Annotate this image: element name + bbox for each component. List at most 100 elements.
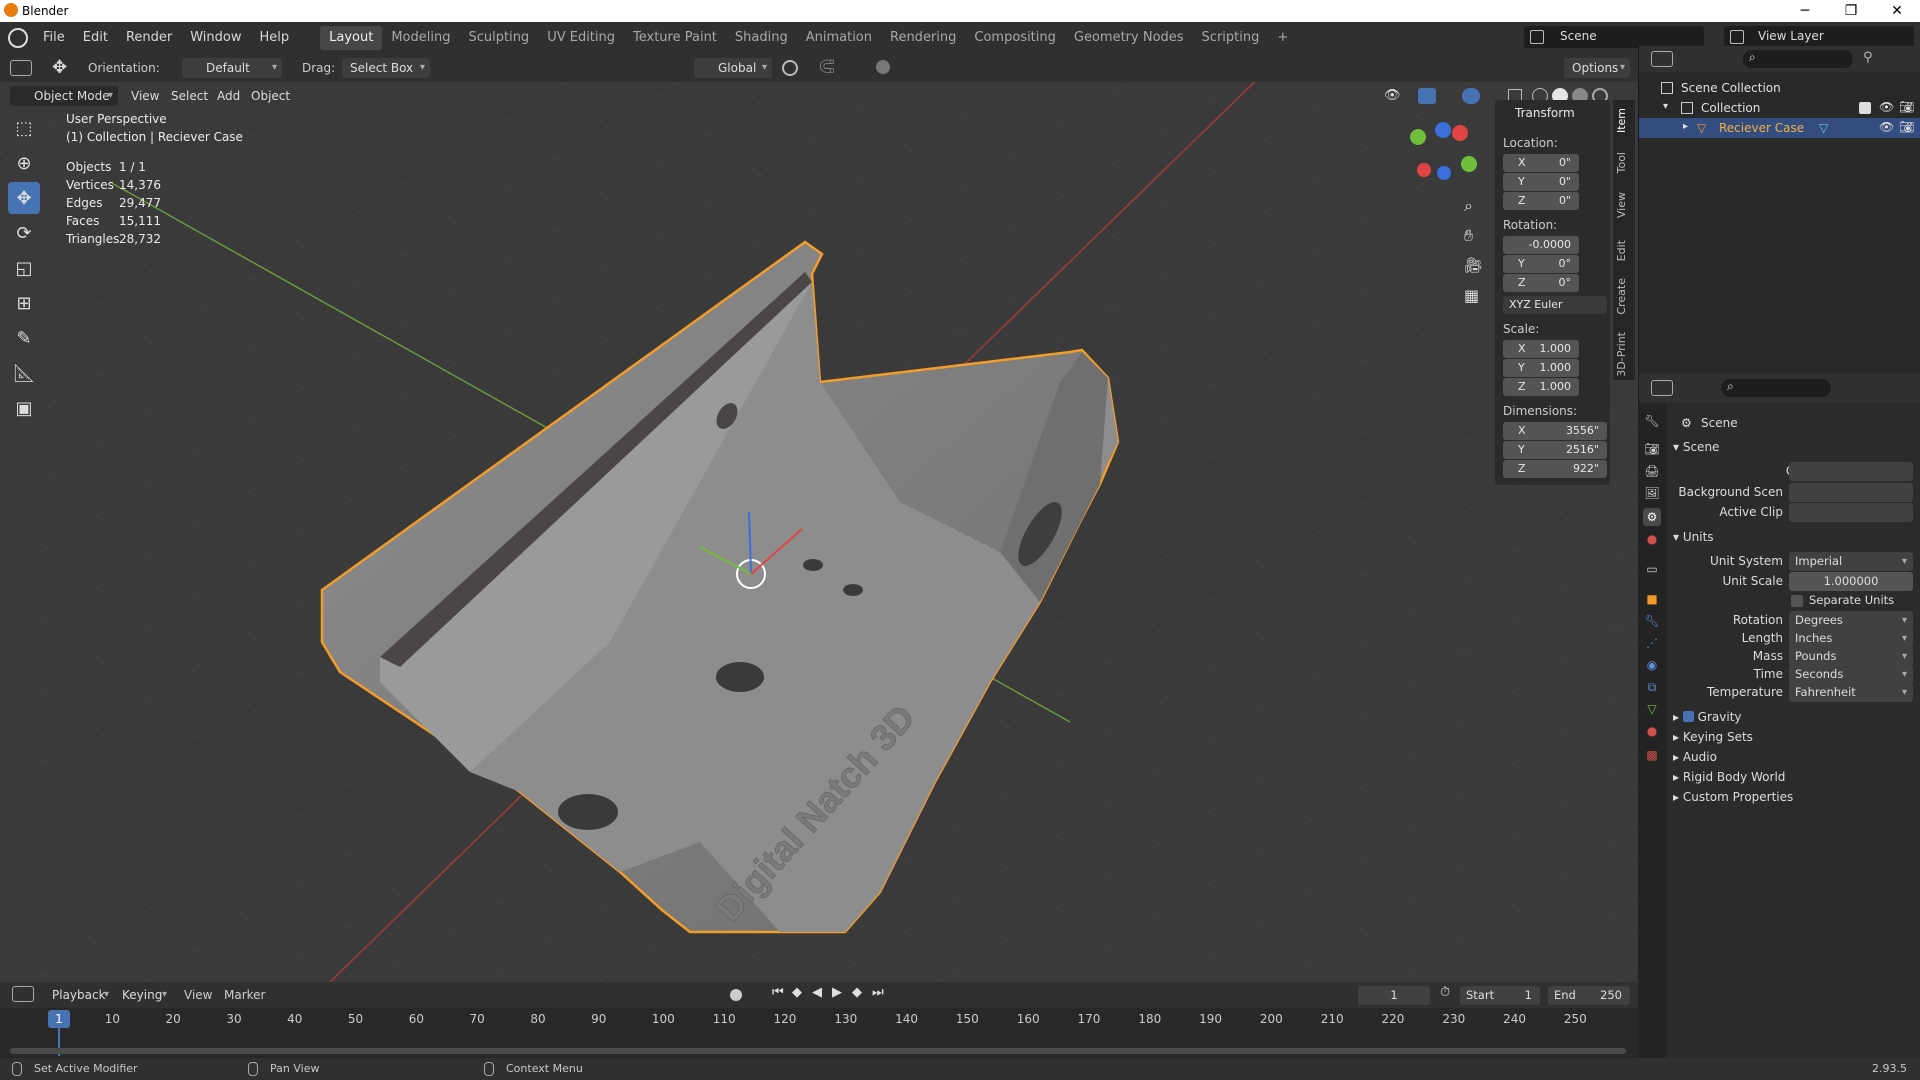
editor-type-icon[interactable] <box>10 60 32 76</box>
temperature-units-dropdown[interactable]: Fahrenheit <box>1789 683 1913 702</box>
perspective-toggle-icon[interactable]: ▦ <box>1464 286 1479 305</box>
rotate-tool-icon[interactable]: ⟳ <box>8 217 40 249</box>
rotation-x-field[interactable]: -0.0000 <box>1503 236 1579 254</box>
render-camera-icon[interactable]: 📷︎ <box>1899 100 1914 114</box>
timeline-type-icon[interactable] <box>12 986 34 1002</box>
timeline-view-menu[interactable]: View <box>184 988 212 1002</box>
cursor-tool-icon[interactable]: ⊕ <box>8 147 40 179</box>
object-menu[interactable]: Object <box>251 89 290 103</box>
length-units-dropdown[interactable]: Inches <box>1789 629 1913 648</box>
select-menu[interactable]: Select <box>171 89 208 103</box>
play-reverse-icon[interactable]: ◀ <box>812 985 822 1000</box>
tab-compositing[interactable]: Compositing <box>965 26 1065 50</box>
tab-create[interactable]: Create <box>1615 278 1628 315</box>
tab-scripting[interactable]: Scripting <box>1193 26 1269 50</box>
scale-x-field[interactable]: X 1.000 <box>1503 340 1579 358</box>
render-properties-icon[interactable]: 📷︎ <box>1643 440 1661 458</box>
location-y-field[interactable]: Y 0" <box>1503 173 1579 191</box>
eye-icon[interactable]: 👁︎ <box>1879 100 1894 114</box>
playback-menu[interactable]: Playback <box>44 985 114 1005</box>
view-layer-properties-icon[interactable]: 🖼︎ <box>1643 484 1661 502</box>
panel-keying-sets-header[interactable]: ▸ Keying Sets <box>1673 730 1753 744</box>
particle-properties-icon[interactable]: ⋰ <box>1643 634 1661 652</box>
measure-tool-icon[interactable]: 📐︎ <box>8 357 40 389</box>
view-menu[interactable]: View <box>131 89 159 103</box>
panel-rigid-body-world-header[interactable]: ▸ Rigid Body World <box>1673 770 1785 784</box>
current-frame-field[interactable]: 1 <box>1358 986 1430 1005</box>
modifier-properties-icon[interactable]: 🔧︎ <box>1643 612 1661 630</box>
outliner-search-icon[interactable]: ⌕ <box>1743 50 1853 68</box>
move-tool-button[interactable]: ✥ <box>8 182 40 214</box>
exclude-checkbox[interactable] <box>1859 102 1871 114</box>
render-camera-icon[interactable]: 📷︎ <box>1899 120 1914 134</box>
object-properties-icon[interactable]: ■ <box>1643 590 1661 608</box>
tab-shading[interactable]: Shading <box>726 26 797 50</box>
scene-selector[interactable]: Scene <box>1524 26 1704 48</box>
minimize-icon[interactable]: ─ <box>1782 0 1828 22</box>
3d-viewport[interactable]: Digital Natch 3D Object Mode View Select… <box>0 82 1638 982</box>
panel-custom-properties-header[interactable]: ▸ Custom Properties <box>1673 790 1793 804</box>
overlay-toggle-icon[interactable] <box>1462 88 1480 104</box>
texture-properties-icon[interactable]: ▩ <box>1643 746 1661 764</box>
dimension-x-field[interactable]: X 3556" <box>1503 422 1607 440</box>
tab-3d-print[interactable]: 3D-Print <box>1615 332 1628 377</box>
playhead[interactable]: 1 <box>48 1010 70 1028</box>
mode-dropdown[interactable]: Object Mode <box>10 86 118 106</box>
tab-layout[interactable]: Layout <box>320 26 383 50</box>
add-menu[interactable]: Add <box>217 89 240 103</box>
outliner-row-reciever-case[interactable]: ▸ ▽ Reciever Case ▽ 👁︎ 📷︎ <box>1639 118 1920 138</box>
dimension-z-field[interactable]: Z 922" <box>1503 460 1607 478</box>
transform-panel-title[interactable]: Transform <box>1515 106 1575 120</box>
world-properties-icon[interactable]: ● <box>1643 530 1661 548</box>
scene-properties-icon[interactable]: ⚙︎ <box>1643 508 1661 526</box>
add-workspace-button[interactable]: + <box>1268 26 1297 50</box>
tab-modeling[interactable]: Modeling <box>382 26 459 50</box>
panel-audio-header[interactable]: ▸ Audio <box>1673 750 1717 764</box>
play-icon[interactable]: ▶ <box>832 985 842 1000</box>
annotate-tool-icon[interactable]: ✎ <box>8 322 40 354</box>
material-properties-icon[interactable]: ● <box>1643 722 1661 740</box>
filter-icon[interactable]: ⚲ <box>1863 50 1873 65</box>
active-clip-field[interactable] <box>1789 503 1913 522</box>
separate-units-checkbox[interactable] <box>1791 595 1803 607</box>
view-layer-selector[interactable]: View Layer <box>1724 26 1914 48</box>
snap-icon[interactable]: 🧲︎ <box>818 59 836 75</box>
outliner-row-scene-collection[interactable]: Scene Collection <box>1639 78 1920 98</box>
properties-search-field[interactable]: ⌕ <box>1721 379 1831 397</box>
tab-animation[interactable]: Animation <box>797 26 881 50</box>
tab-sculpting[interactable]: Sculpting <box>459 26 538 50</box>
tab-uv-editing[interactable]: UV Editing <box>538 26 624 50</box>
tab-geometry-nodes[interactable]: Geometry Nodes <box>1065 26 1193 50</box>
unit-system-dropdown[interactable]: Imperial <box>1789 552 1913 571</box>
mass-units-dropdown[interactable]: Pounds <box>1789 647 1913 666</box>
unit-scale-field[interactable]: 1.000000 <box>1789 572 1913 591</box>
gizmo-toggle-icon[interactable] <box>1418 88 1436 104</box>
rotation-units-dropdown[interactable]: Degrees <box>1789 611 1913 630</box>
properties-type-icon[interactable] <box>1651 380 1673 396</box>
tab-view[interactable]: View <box>1615 192 1628 218</box>
menu-window[interactable]: Window <box>181 26 250 50</box>
outliner-display-icon[interactable] <box>1651 51 1673 67</box>
restore-icon[interactable]: ❐ <box>1828 0 1874 22</box>
visibility-icon[interactable]: 👁︎ <box>1384 88 1401 103</box>
transform-tool-icon[interactable]: ⊞ <box>8 287 40 319</box>
rotation-y-field[interactable]: Y 0° <box>1503 255 1579 273</box>
drag-dropdown[interactable]: Select Box <box>342 58 430 78</box>
location-x-field[interactable]: X 0" <box>1503 154 1579 172</box>
background-scene-field[interactable] <box>1789 483 1913 502</box>
panel-units-header[interactable]: ▾ Units <box>1673 530 1714 544</box>
tool-properties-icon[interactable]: 🔧︎ <box>1643 412 1661 430</box>
output-properties-icon[interactable]: 🖨︎ <box>1643 462 1661 480</box>
pivot-icon[interactable] <box>782 60 798 76</box>
dimension-y-field[interactable]: Y 2516" <box>1503 441 1607 459</box>
scale-tool-icon[interactable]: ◱ <box>8 252 40 284</box>
add-cube-tool-icon[interactable]: ▣ <box>8 392 40 424</box>
timeline-scrollbar[interactable] <box>10 1048 1626 1054</box>
zoom-icon[interactable]: ⌕ <box>1464 196 1473 216</box>
prev-keyframe-icon[interactable]: ◆ <box>792 985 802 1000</box>
menu-help[interactable]: Help <box>251 26 299 50</box>
menu-edit[interactable]: Edit <box>74 26 117 50</box>
location-z-field[interactable]: Z 0" <box>1503 192 1579 210</box>
tab-item[interactable]: Item <box>1615 108 1628 133</box>
constraint-properties-icon[interactable]: ⧉ <box>1643 678 1661 696</box>
